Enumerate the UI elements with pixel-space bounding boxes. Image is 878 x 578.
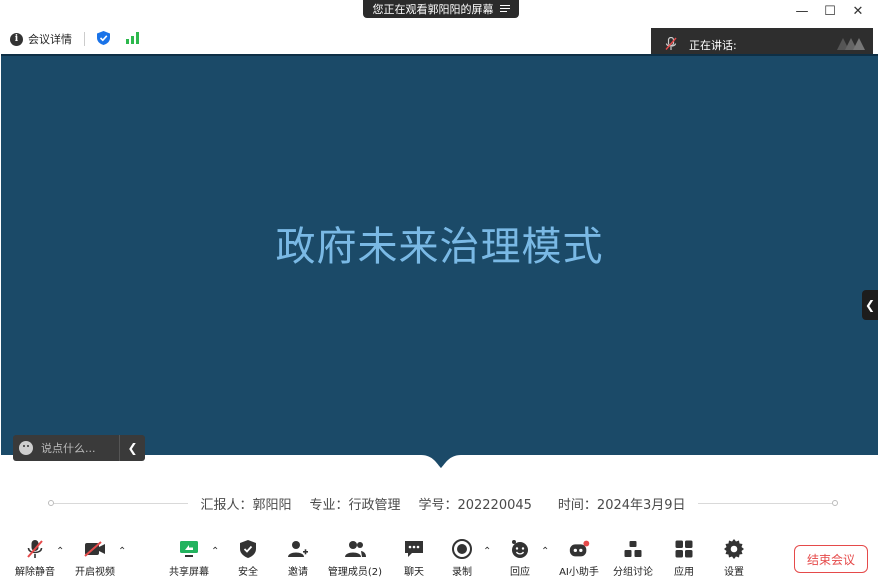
maximize-icon[interactable]: ☐: [816, 0, 844, 22]
gear-icon: [723, 538, 745, 560]
chevron-left-icon[interactable]: ❮: [862, 290, 878, 320]
meeting-details-label: 会议详情: [28, 33, 72, 46]
divider-rule: [697, 502, 832, 504]
settings-button[interactable]: 设置: [716, 538, 752, 578]
breakout-icon: [622, 538, 644, 560]
emoji-icon[interactable]: [19, 441, 33, 455]
slide-title: 政府未来治理模式: [275, 224, 604, 270]
manage-members-label: 管理成员(2): [327, 567, 383, 578]
ai-assistant-button[interactable]: AI小助手: [556, 538, 602, 578]
screen-share-banner[interactable]: 您正在观看郭阳阳的屏幕: [363, 0, 519, 18]
divider-rule: [54, 502, 189, 504]
apps-label: 应用: [674, 567, 694, 578]
presenter-info: 汇报人：郭阳阳 专业：行政管理 学号：202220045 时间：2024年3月9…: [188, 494, 697, 513]
record-icon: [451, 538, 473, 560]
chat-button[interactable]: 聊天: [396, 538, 432, 578]
date-text: 时间：2024年3月9日: [557, 497, 686, 513]
bottom-toolbar: 解除静音 ⌃ 开启视频 ⌃ 共享屏幕 ⌃ 安全 邀请 管理成员(2) 聊天 录制…: [0, 538, 878, 578]
divider: [84, 32, 85, 46]
manage-members-button[interactable]: 管理成员(2): [326, 538, 384, 578]
end-meeting-button[interactable]: 结束会议: [794, 545, 868, 573]
record-label: 录制: [452, 567, 472, 578]
chat-label: 聊天: [404, 567, 424, 578]
share-screen-label: 共享屏幕: [169, 567, 209, 578]
settings-label: 设置: [724, 567, 744, 578]
add-user-icon: [287, 538, 309, 560]
muted-mic-icon: [665, 36, 677, 54]
info-icon: i: [10, 32, 23, 46]
collapse-chevron-icon[interactable]: ❮: [119, 435, 145, 461]
speaker-wave-icon: [835, 36, 865, 55]
breakout-rooms-button[interactable]: 分组讨论: [610, 538, 656, 578]
record-button[interactable]: 录制: [444, 538, 480, 578]
chat-placeholder: 说点什么...: [41, 442, 96, 455]
menu-icon[interactable]: [499, 5, 510, 13]
reactions-label: 回应: [510, 567, 530, 578]
top-toolbar: i 会议详情: [0, 26, 139, 52]
speaking-label: 正在讲话:: [689, 39, 737, 52]
chevron-up-icon[interactable]: ⌃: [211, 546, 219, 557]
security-label: 安全: [238, 567, 258, 578]
chevron-up-icon[interactable]: ⌃: [118, 546, 126, 557]
invite-label: 邀请: [288, 567, 308, 578]
shared-screen: 政府未来治理模式 ❮: [1, 54, 878, 454]
start-video-label: 开启视频: [75, 567, 115, 578]
members-icon: [344, 538, 366, 560]
start-video-button[interactable]: 开启视频: [72, 538, 118, 578]
reporter-text: 汇报人：郭阳阳: [200, 497, 292, 513]
chevron-up-icon[interactable]: ⌃: [56, 546, 64, 557]
student-id-text: 学号：202220045: [418, 497, 532, 513]
share-screen-button[interactable]: 共享屏幕: [166, 538, 212, 578]
slide-info-line: 汇报人：郭阳阳 专业：行政管理 学号：202220045 时间：2024年3月9…: [48, 494, 838, 513]
close-icon[interactable]: ✕: [844, 0, 872, 22]
chat-input-box[interactable]: 说点什么... ❮: [13, 435, 145, 461]
minimize-icon[interactable]: —: [788, 0, 816, 22]
chevron-up-icon[interactable]: ⌃: [541, 546, 549, 557]
share-banner-text: 您正在观看郭阳阳的屏幕: [372, 3, 494, 16]
shield-icon: [237, 538, 259, 560]
breakout-label: 分组讨论: [613, 567, 653, 578]
chat-bubble-icon: [403, 538, 425, 560]
signal-strength-icon[interactable]: [126, 31, 139, 47]
apps-button[interactable]: 应用: [666, 538, 702, 578]
major-text: 专业：行政管理: [309, 497, 401, 513]
unmute-button[interactable]: 解除静音: [12, 538, 58, 578]
share-screen-icon: [178, 538, 200, 560]
window-controls: — ☐ ✕: [788, 0, 872, 22]
apps-grid-icon: [673, 538, 695, 560]
invite-button[interactable]: 邀请: [280, 538, 316, 578]
security-button[interactable]: 安全: [230, 538, 266, 578]
video-off-icon: [84, 538, 106, 560]
ai-robot-icon: [568, 538, 590, 560]
muted-mic-icon: [24, 538, 46, 560]
reactions-button[interactable]: 回应: [502, 538, 538, 578]
chevron-up-icon[interactable]: ⌃: [483, 546, 491, 557]
unmute-label: 解除静音: [15, 567, 55, 578]
reaction-icon: [509, 538, 531, 560]
meeting-window: 您正在观看郭阳阳的屏幕 — ☐ ✕ i 会议详情 正在讲话: 政府未来治理模式 …: [0, 0, 878, 578]
meeting-details-button[interactable]: i 会议详情: [10, 31, 72, 47]
security-shield-icon[interactable]: [97, 30, 110, 48]
divider-dot: [832, 500, 838, 506]
ai-assistant-label: AI小助手: [559, 567, 599, 578]
